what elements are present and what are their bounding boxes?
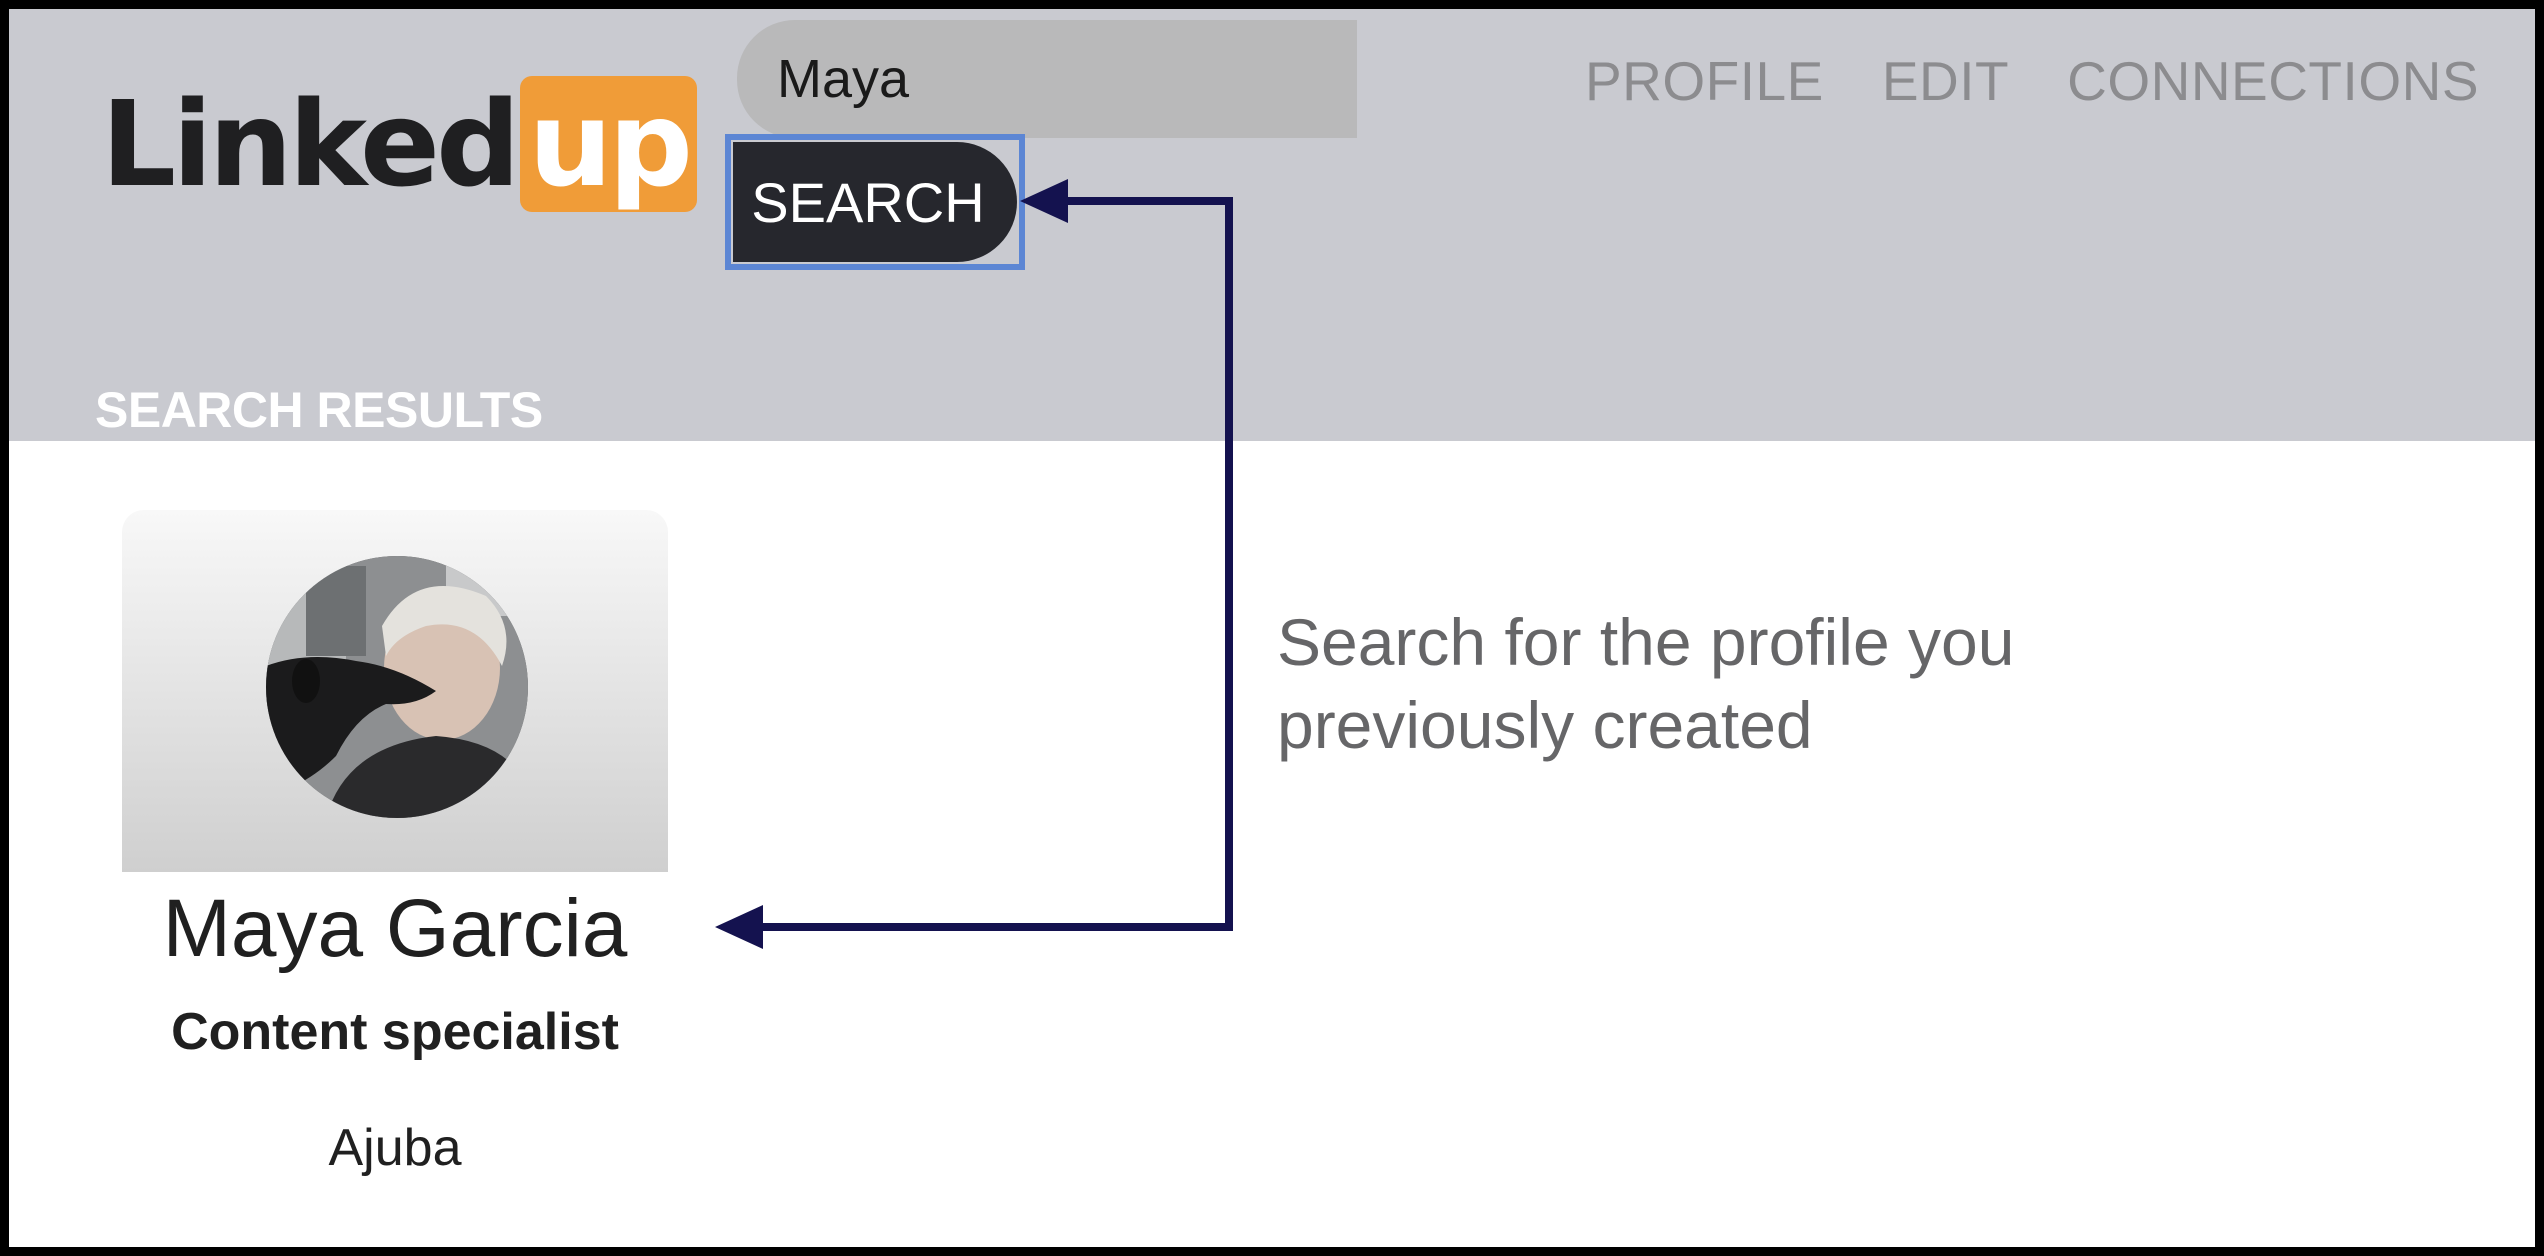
app-frame: Linked up SEARCH PROFILE EDIT CONNECTION… (9, 9, 2535, 1247)
annotation-text: Search for the profile you previously cr… (1277, 605, 2015, 762)
